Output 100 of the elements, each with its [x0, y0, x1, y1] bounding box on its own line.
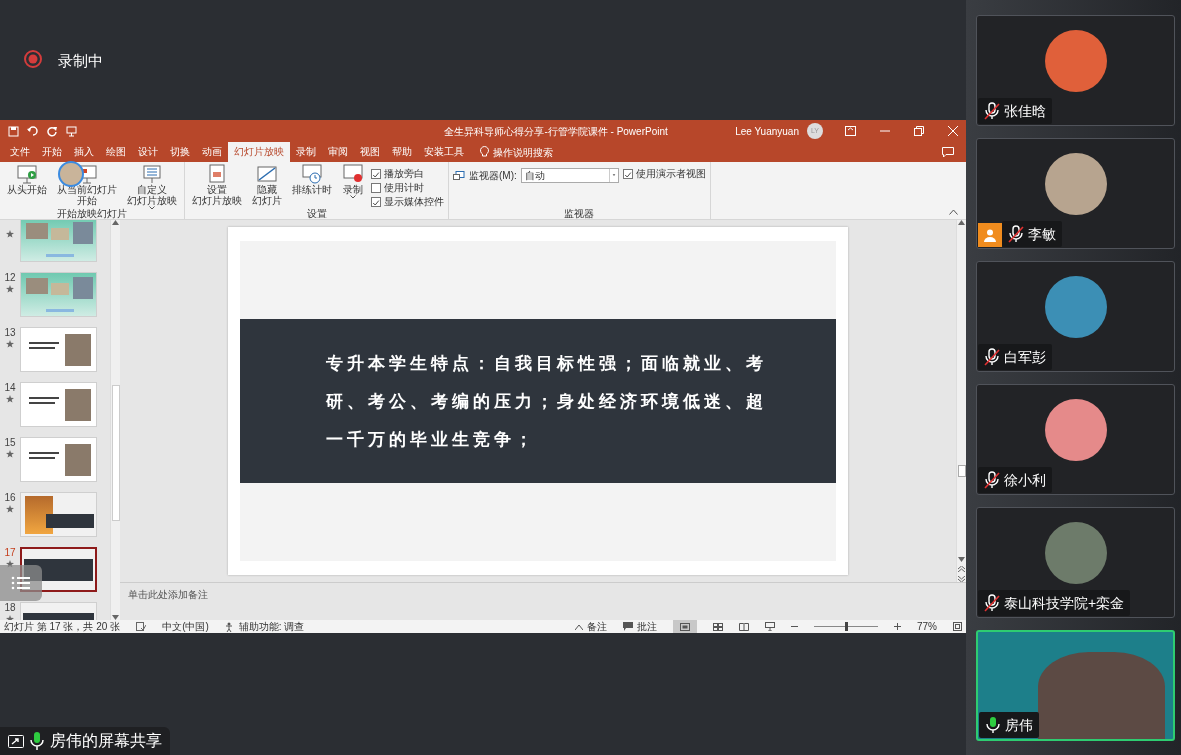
- ribbon-tab[interactable]: 插入: [68, 142, 100, 162]
- next-slide-icon[interactable]: [958, 576, 965, 582]
- muted-microphone-icon[interactable]: [984, 102, 1000, 120]
- checkbox[interactable]: [622, 169, 633, 179]
- collapse-ribbon-icon[interactable]: [949, 209, 958, 215]
- presentation-icon[interactable]: [66, 125, 77, 137]
- participant-tile[interactable]: 张佳晗: [976, 15, 1175, 126]
- participant-name: 房伟: [1005, 715, 1033, 735]
- ribbon-tab[interactable]: 帮助: [386, 142, 418, 162]
- ribbon-tab[interactable]: 设计: [132, 142, 164, 162]
- ribbon-button[interactable]: 从头开始: [4, 164, 50, 195]
- ribbon-tab[interactable]: 切换: [164, 142, 196, 162]
- participant-name: 张佳晗: [1004, 101, 1046, 121]
- close-icon[interactable]: [948, 126, 958, 136]
- language-status[interactable]: 中文(中国): [162, 620, 209, 633]
- ribbon-tab[interactable]: 安装工具: [418, 142, 470, 162]
- ribbon-tab[interactable]: 动画: [196, 142, 228, 162]
- zoom-slider-thumb[interactable]: [844, 622, 848, 631]
- comments-button[interactable]: 批注: [623, 620, 657, 633]
- microphone-icon[interactable]: [985, 716, 1001, 734]
- participant-tile[interactable]: 泰山科技学院+栾金: [976, 507, 1175, 618]
- star-icon: [6, 285, 14, 294]
- record-icon: [24, 50, 42, 68]
- slide-number: 15: [3, 437, 17, 448]
- ribbon-display-icon[interactable]: [845, 126, 856, 136]
- checkbox[interactable]: [371, 169, 381, 179]
- monitor-label: 监视器(M):: [469, 169, 517, 183]
- notes-button[interactable]: 备注: [575, 620, 607, 633]
- window-title: 全生异科导师心得分享-行管学院课件 - PowerPoint: [443, 124, 669, 139]
- tell-me-search[interactable]: 操作说明搜索: [493, 144, 553, 160]
- screen-share-label: 房伟的屏幕共享: [50, 731, 162, 751]
- scrollbar-thumb[interactable]: [111, 385, 120, 521]
- spellcheck-icon[interactable]: [136, 622, 147, 631]
- fit-to-window-icon[interactable]: [953, 622, 962, 631]
- normal-view-button[interactable]: [673, 620, 697, 633]
- slide-number: 16: [3, 492, 17, 503]
- slide-sorter-icon[interactable]: [713, 622, 723, 631]
- ribbon-tab[interactable]: 绘图: [100, 142, 132, 162]
- participant-name: 泰山科技学院+栾金: [1004, 593, 1125, 613]
- user-name: Lee Yuanyuan: [735, 124, 799, 139]
- floating-menu-button[interactable]: [0, 565, 42, 601]
- microphone-icon[interactable]: [30, 731, 44, 751]
- star-icon: [6, 340, 14, 349]
- ribbon-tab[interactable]: 幻灯片放映: [228, 142, 290, 162]
- previous-slide-icon[interactable]: [958, 566, 965, 572]
- accessibility-icon: [224, 621, 235, 632]
- notes-placeholder[interactable]: 单击此处添加备注: [128, 589, 208, 600]
- ribbon-group-label: 设置: [305, 208, 328, 219]
- muted-microphone-icon[interactable]: [984, 471, 1000, 489]
- ribbon-tab[interactable]: 开始: [36, 142, 68, 162]
- save-icon[interactable]: [8, 125, 19, 137]
- participant-name: 白军彭: [1004, 347, 1046, 367]
- checkbox-label: 显示媒体控件: [384, 196, 444, 208]
- scrollbar-thumb[interactable]: [957, 465, 966, 477]
- participant-tile[interactable]: 徐小利: [976, 384, 1175, 495]
- slide-number: 12: [3, 272, 17, 283]
- normal-view-icon: [680, 622, 690, 631]
- share-icon[interactable]: [8, 734, 24, 748]
- slideshow-icon[interactable]: [765, 622, 775, 631]
- comments-icon[interactable]: [942, 146, 954, 158]
- accessibility-status[interactable]: 辅助功能: 调查: [224, 620, 305, 633]
- ribbon-tab[interactable]: 文件: [4, 142, 36, 162]
- muted-microphone-icon[interactable]: [1008, 225, 1024, 243]
- star-icon: [6, 395, 14, 404]
- scroll-down-icon[interactable]: [958, 557, 965, 562]
- restore-icon[interactable]: [914, 126, 924, 136]
- checkbox[interactable]: [371, 197, 381, 207]
- ribbon-tab[interactable]: 视图: [354, 142, 386, 162]
- ribbon-button[interactable]: 排练计时: [289, 164, 335, 195]
- recording-label: 录制中: [58, 51, 103, 71]
- ribbon-tab[interactable]: 审阅: [322, 142, 354, 162]
- zoom-out-icon[interactable]: [791, 623, 798, 630]
- ribbon-button[interactable]: 自定义 幻灯片放映: [124, 164, 180, 210]
- checkbox-label: 播放旁白: [384, 168, 424, 180]
- participant-tile[interactable]: 李敏: [976, 138, 1175, 249]
- participant-tile[interactable]: 白军彭: [976, 261, 1175, 372]
- caret-icon: [350, 195, 356, 199]
- zoom-in-icon[interactable]: [894, 623, 901, 630]
- star-icon: [6, 505, 14, 514]
- ribbon-button[interactable]: 隐藏 幻灯片: [249, 164, 285, 206]
- participant-tile[interactable]: 房伟: [976, 630, 1175, 741]
- caret-icon: [149, 206, 155, 210]
- undo-icon[interactable]: [27, 126, 39, 136]
- lightbulb-icon: [480, 146, 489, 158]
- redo-icon[interactable]: [47, 125, 58, 137]
- star-icon: [6, 230, 14, 239]
- reading-view-icon[interactable]: [739, 622, 749, 631]
- participant-name: 徐小利: [1004, 470, 1046, 490]
- muted-microphone-icon[interactable]: [984, 594, 1000, 612]
- zoom-level[interactable]: 77%: [917, 620, 937, 633]
- ribbon-button[interactable]: 设置 幻灯片放映: [189, 164, 245, 206]
- checkbox-label: 使用演示者视图: [635, 168, 706, 180]
- monitor-dropdown[interactable]: 自动: [520, 168, 619, 183]
- comment-icon: [623, 622, 633, 631]
- muted-microphone-icon[interactable]: [984, 348, 1000, 366]
- checkbox[interactable]: [371, 183, 381, 193]
- slide-text: 专升本学生特点：自我目标性强；面临就业、考研、考公、考编的压力；身处经济环境低迷、超一千万的毕业生竞争；: [326, 352, 768, 451]
- slide-number: 13: [3, 327, 17, 338]
- ribbon-button[interactable]: 录制: [339, 164, 367, 199]
- ribbon-tab[interactable]: 录制: [290, 142, 322, 162]
